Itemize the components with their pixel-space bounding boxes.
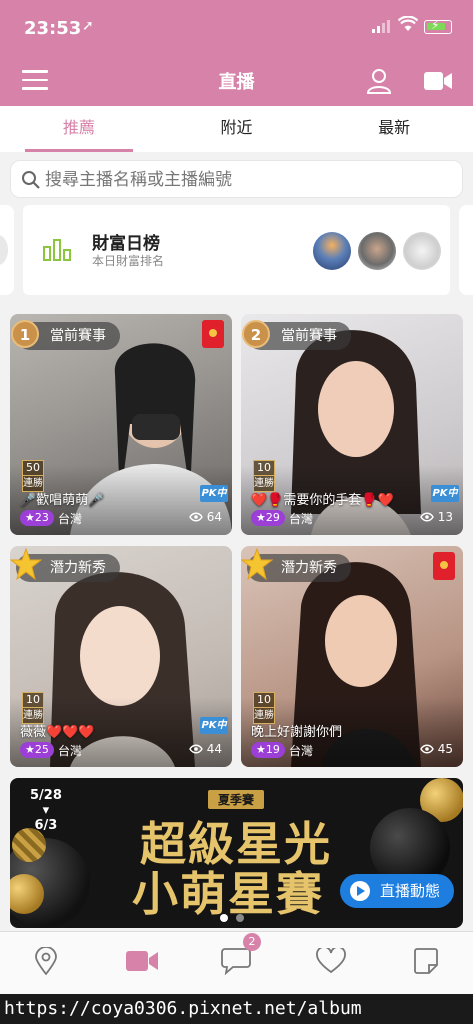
play-icon <box>350 881 370 901</box>
bar-chart-icon <box>43 239 71 261</box>
stream-caption: 薇薇❤️❤️❤️ <box>20 725 95 740</box>
search-input[interactable] <box>45 165 455 195</box>
bronze-medal-1-icon: 1 <box>11 320 39 348</box>
tab-bar: 推薦 附近 最新 <box>0 106 473 152</box>
ranking-avatar[interactable] <box>403 232 441 270</box>
page-title: 直播 <box>218 72 255 93</box>
nav-notes[interactable] <box>406 944 446 978</box>
region-label: 台灣 <box>58 744 83 758</box>
stream-card[interactable]: 當前賽事 1 50 連勝 PK中 🎤歡唱萌萌🎤 ★23 台灣 64 <box>10 314 232 535</box>
cellular-signal-icon <box>372 20 390 33</box>
carousel-dot[interactable] <box>236 914 244 922</box>
red-envelope-icon[interactable] <box>202 320 224 348</box>
stream-caption: 🎤歡唱萌萌🎤 <box>20 493 105 508</box>
viewer-count: 45 <box>419 742 453 756</box>
ranking-subtitle: 本日財富排名 <box>92 254 165 268</box>
stream-card[interactable]: 潛力新秀 10 連勝 PK中 薇薇❤️❤️❤️ ★25 台灣 44 <box>10 546 232 767</box>
chat-bubble-icon <box>221 948 251 975</box>
message-count-badge: 2 <box>243 933 261 951</box>
heart-icon <box>316 948 346 974</box>
level-badge: ★29 <box>251 510 285 526</box>
win-streak-badge: 10 連勝 <box>253 692 275 724</box>
pk-badge: PK中 <box>431 485 459 502</box>
live-feed-button[interactable]: 直播動態 <box>340 874 455 908</box>
svg-text:2: 2 <box>251 326 261 344</box>
eye-icon <box>419 512 434 522</box>
viewer-count: 64 <box>188 510 222 524</box>
status-bar: 23:53 ➚ ⚡ <box>0 0 473 56</box>
region-label: 台灣 <box>289 512 314 526</box>
region-label: 台灣 <box>289 744 314 758</box>
svg-text:1: 1 <box>20 326 30 344</box>
bottom-nav <box>0 931 473 994</box>
battery-icon: ⚡ <box>424 18 452 34</box>
red-envelope-icon[interactable] <box>433 552 455 580</box>
star-icon <box>241 548 273 581</box>
carousel-dot[interactable] <box>220 914 228 922</box>
win-streak-badge: 10 連勝 <box>253 460 275 492</box>
eye-icon <box>419 744 434 754</box>
pk-badge: PK中 <box>200 485 228 502</box>
search-bar <box>10 160 463 198</box>
stream-caption: 晚上好謝謝你們 <box>251 725 343 740</box>
promo-banner[interactable]: 5/28 ▾ 6/3 夏季賽 超級星光 小萌星賽 直播動態 <box>10 778 463 928</box>
status-time: 23:53 <box>24 18 82 39</box>
search-icon <box>22 171 40 189</box>
eye-icon <box>188 744 203 754</box>
ranking-title: 財富日榜 <box>92 234 160 254</box>
location-arrow-icon: ➚ <box>82 18 94 34</box>
win-streak-badge: 50 連勝 <box>22 460 44 492</box>
ranking-avatar[interactable] <box>358 232 396 270</box>
promo-season: 夏季賽 <box>208 790 265 809</box>
bronze-medal-2-icon: 2 <box>242 320 270 348</box>
tab-latest[interactable]: 最新 <box>315 106 473 152</box>
nav-nearby[interactable] <box>26 944 66 978</box>
app-header: 直播 <box>0 56 473 106</box>
wifi-icon <box>398 16 418 31</box>
wealth-ranking-card[interactable]: 財富日榜 本日財富排名 <box>23 205 450 295</box>
region-label: 台灣 <box>58 512 83 526</box>
location-pin-icon <box>35 947 57 975</box>
stream-card[interactable]: 潛力新秀 10 連勝 晚上好謝謝你們 ★19 台灣 45 <box>241 546 463 767</box>
carousel-dots <box>220 914 244 922</box>
star-icon <box>10 548 42 581</box>
stream-card[interactable]: 當前賽事 2 10 連勝 PK中 ❤️🥊需要你的手套🥊❤️ ★29 台灣 13 <box>241 314 463 535</box>
tab-recommended[interactable]: 推薦 <box>0 106 158 152</box>
win-streak-badge: 10 連勝 <box>22 692 44 724</box>
level-badge: ★19 <box>251 742 285 758</box>
nav-live[interactable] <box>122 944 162 978</box>
level-badge: ★23 <box>20 510 54 526</box>
promo-date: 5/28 ▾ 6/3 <box>30 788 62 833</box>
video-camera-icon <box>126 951 158 971</box>
viewer-count: 13 <box>419 510 453 524</box>
video-camera-icon[interactable] <box>424 70 452 92</box>
stream-caption: ❤️🥊需要你的手套🥊❤️ <box>251 493 394 508</box>
level-badge: ★25 <box>20 742 54 758</box>
ranking-avatar[interactable] <box>313 232 351 270</box>
eye-icon <box>188 512 203 522</box>
pk-badge: PK中 <box>200 717 228 734</box>
watermark-url: https://coya0306.pixnet.net/album <box>0 994 473 1024</box>
tab-nearby[interactable]: 附近 <box>158 106 316 152</box>
nav-favorites[interactable] <box>311 944 351 978</box>
sticky-note-icon <box>414 948 438 974</box>
viewer-count: 44 <box>188 742 222 756</box>
user-profile-icon[interactable] <box>366 68 392 94</box>
carousel-prev-card[interactable] <box>0 205 14 295</box>
carousel-next-card[interactable] <box>459 205 473 295</box>
